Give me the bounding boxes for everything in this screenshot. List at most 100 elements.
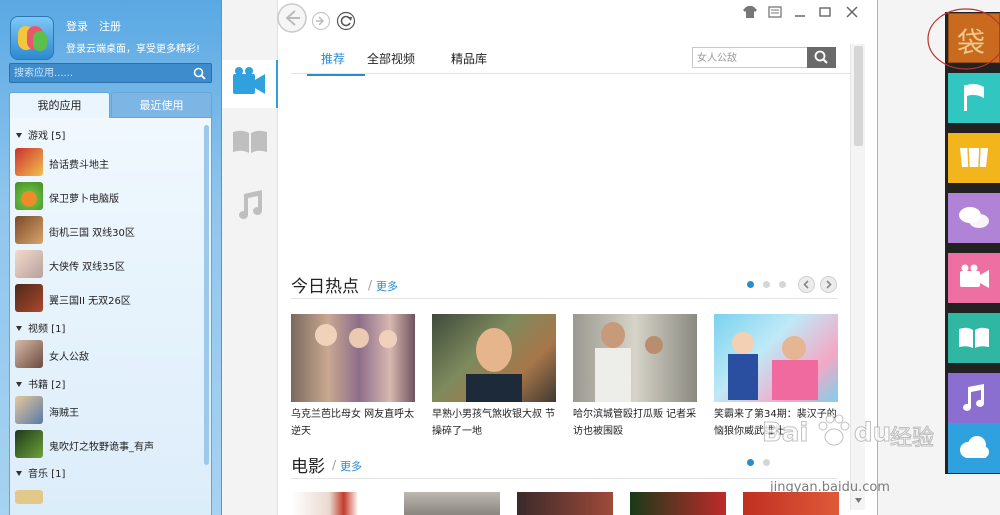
list-item[interactable] [15,486,195,515]
hot-more-link[interactable]: 更多 [376,278,398,294]
hot-card-caption: 早熟小男孩气煞收银大叔 节操碎了一地 [432,409,556,437]
carousel-dot[interactable] [763,459,770,466]
video-camera-icon [960,264,989,288]
forward-arrow-icon[interactable] [311,11,331,31]
ghost-book-app-icon [15,430,43,458]
highlight-circle-icon [927,8,1000,70]
carousel-dot[interactable] [747,459,754,466]
carousel-dot[interactable] [747,281,754,288]
quick-flag-button[interactable] [948,73,1000,123]
carousel-dot[interactable] [763,281,770,288]
tab-my-apps[interactable]: 我的应用 [9,92,110,118]
category-video[interactable]: 视频 [1] [16,320,65,335]
movie-thumbnail[interactable] [743,492,839,515]
content-search-box [692,47,836,68]
refresh-icon[interactable] [336,11,356,31]
video-camera-icon [233,67,265,94]
list-item[interactable]: 大侠传 双线35区 [15,250,195,280]
category-music[interactable]: 音乐 [1] [16,465,65,480]
quick-cards-button[interactable] [948,133,1000,183]
back-arrow-icon[interactable] [276,2,308,34]
quick-cloud-button[interactable] [948,423,1000,473]
tab-recent-apps[interactable]: 最近使用 [111,92,212,118]
expand-triangle-icon [16,471,22,476]
list-item[interactable]: 鬼吹灯之牧野诡事_有声 [15,430,195,460]
app-name: 女人公敌 [49,352,89,363]
app-search-input[interactable] [14,66,184,80]
app-tabs: 我的应用 最近使用 [9,92,212,118]
movie-section-title: 电影 [291,457,325,477]
yisanguo-app-icon [15,284,43,312]
movie-thumbnail[interactable] [517,492,613,515]
chevron-left-icon [803,280,809,289]
app-name: 街机三国 双线30区 [49,228,135,239]
list-item[interactable]: 拾话费斗地主 [15,148,195,178]
scrollbar-thumb[interactable] [854,46,863,146]
content-scrollbar[interactable] [850,44,865,510]
nav-video[interactable] [222,60,278,108]
expand-triangle-icon [16,133,22,138]
app-name: 翼三国II 无双26区 [49,296,131,307]
window-controls [277,2,880,42]
content-search-input[interactable] [697,51,805,65]
hot-card-caption: 笑霸来了第34期：裴汉子的恼狼你威武雄壮 [714,409,837,437]
list-item[interactable]: 翼三国II 无双26区 [15,284,195,314]
music-app-icon [15,490,43,504]
section-divider [291,478,838,479]
category-nav [222,0,278,515]
login-link[interactable]: 登录 [66,18,88,34]
category-label: 游戏 [5] [28,131,66,142]
daxia-app-icon [15,250,43,278]
category-label: 音乐 [1] [28,469,66,480]
search-button[interactable] [807,47,836,68]
hot-card-caption: 哈尔滨城管殴打瓜贩 记者采访也被围殴 [573,409,697,437]
nav-music[interactable] [222,180,278,228]
tab-recommended[interactable]: 推荐 [307,50,365,76]
scroll-down-arrow-icon[interactable] [854,496,863,505]
app-name: 拾话费斗地主 [49,160,109,171]
brand-logo-button[interactable]: 袋 [927,8,1000,70]
app-search-box [9,63,212,83]
category-games[interactable]: 游戏 [5] [16,127,65,142]
list-item[interactable]: 保卫萝卜电脑版 [15,182,195,212]
skin-shirt-icon[interactable] [742,5,758,19]
quick-music-button[interactable] [948,373,1000,423]
movie-thumbnail[interactable] [291,492,387,515]
register-link[interactable]: 注册 [99,18,121,34]
hot-card-caption: 乌克兰芭比母女 网友直呼太逆天 [291,409,415,437]
hot-next-arrow[interactable] [820,276,837,293]
video-app-icon [15,340,43,368]
carousel-dot[interactable] [779,281,786,288]
sanguo-app-icon [15,216,43,244]
app-list-scrollbar[interactable] [204,125,209,465]
hot-prev-arrow[interactable] [798,276,815,293]
app-name: 海贼王 [49,408,79,419]
quick-chat-button[interactable] [948,193,1000,243]
list-item[interactable]: 女人公敌 [15,340,195,370]
maximize-icon[interactable] [817,5,833,19]
expand-triangle-icon [16,382,22,387]
search-icon[interactable] [193,67,206,80]
tab-all-videos[interactable]: 全部视频 [367,50,415,67]
list-item[interactable]: 街机三国 双线30区 [15,216,195,246]
app-list: 游戏 [5] 拾话费斗地主 保卫萝卜电脑版 街机三国 双线30区 大侠传 双线3… [9,118,212,515]
movie-thumbnail[interactable] [404,492,500,515]
expand-triangle-icon [16,326,22,331]
close-icon[interactable] [844,5,860,19]
cloud-icon [960,436,989,458]
movie-more-link[interactable]: 更多 [340,458,362,474]
nav-books[interactable] [222,118,278,166]
category-label: 书籍 [2] [28,380,66,391]
quick-video-button[interactable] [948,253,1000,303]
category-books[interactable]: 书籍 [2] [16,376,65,391]
flag-icon [964,83,984,111]
movie-thumbnail[interactable] [630,492,726,515]
list-item[interactable]: 海贼王 [15,396,195,426]
quick-book-button[interactable] [948,313,1000,363]
tab-premium[interactable]: 精品库 [451,50,487,67]
cards-icon [960,147,988,168]
app-logo[interactable] [10,16,54,60]
music-note-icon [963,384,985,411]
menu-icon[interactable] [767,5,783,19]
minimize-icon[interactable] [792,5,808,19]
